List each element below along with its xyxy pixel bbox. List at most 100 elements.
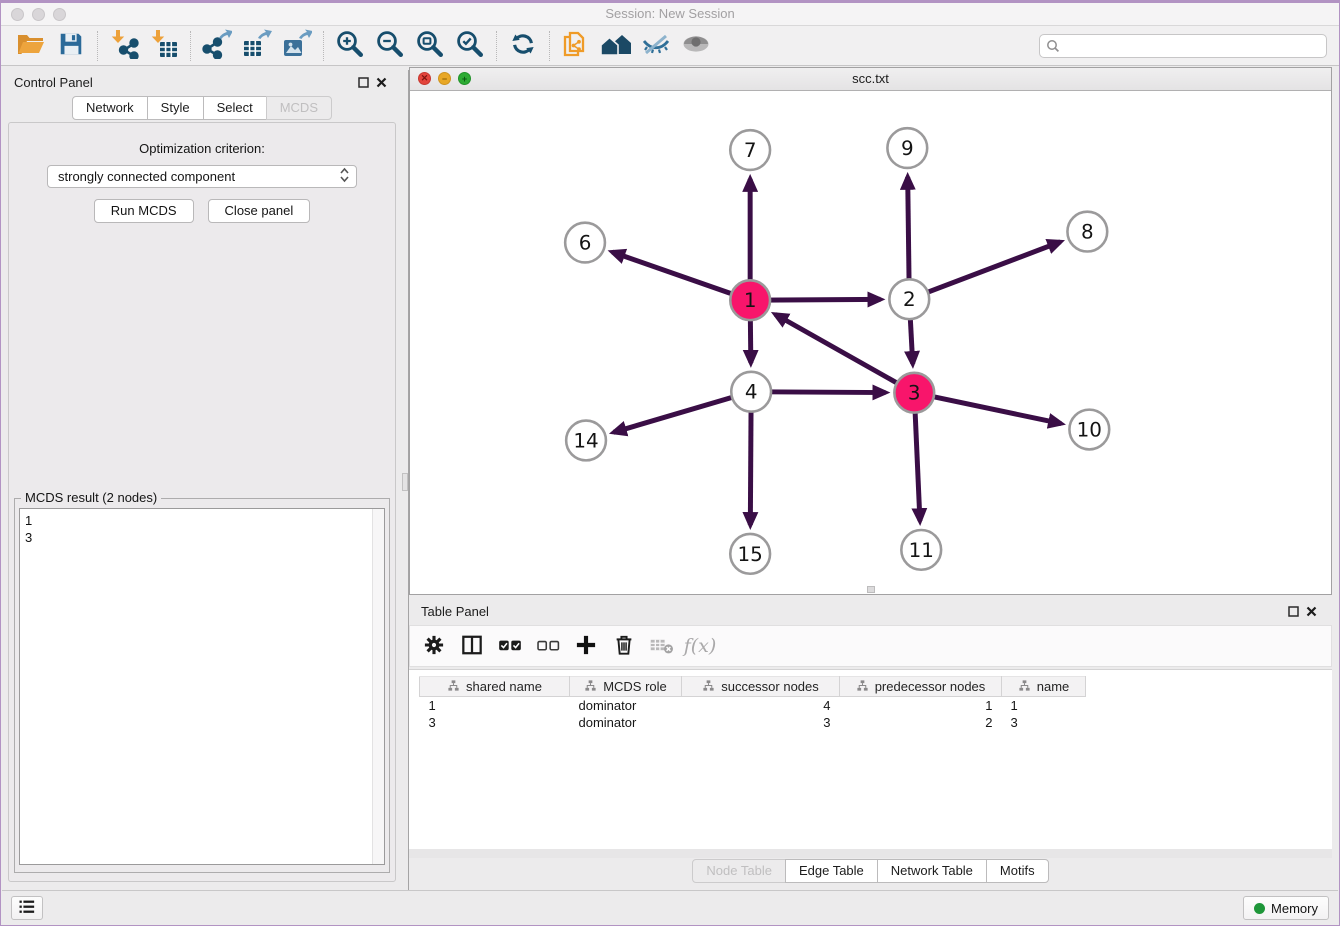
float-table-panel-button[interactable]: [1284, 603, 1302, 619]
open-session-button[interactable]: [11, 29, 51, 63]
deselect-all-columns-button[interactable]: [530, 629, 566, 663]
graph-node-8[interactable]: 8: [1067, 212, 1107, 252]
search-input[interactable]: [1039, 34, 1327, 58]
function-builder-button[interactable]: f(x): [682, 629, 718, 663]
cell-shared-name[interactable]: 1: [420, 697, 570, 714]
task-history-button[interactable]: [11, 896, 43, 920]
eye-icon: [681, 29, 711, 62]
select-all-columns-button[interactable]: [492, 629, 528, 663]
node-table[interactable]: shared nameMCDS rolesuccessor nodesprede…: [419, 676, 1086, 731]
network-window-titlebar: ✕ − + scc.txt: [410, 68, 1331, 91]
graph-node-2[interactable]: 2: [889, 279, 929, 319]
cell-MCDS-role[interactable]: dominator: [570, 697, 682, 714]
graph-edge-3-1[interactable]: [775, 314, 914, 392]
graph-edge-1-6[interactable]: [612, 252, 750, 300]
mcds-result-title: MCDS result (2 nodes): [21, 490, 161, 505]
run-mcds-button[interactable]: Run MCDS: [94, 199, 194, 223]
cell-name[interactable]: 3: [1002, 714, 1086, 731]
column-layout-button[interactable]: [454, 629, 490, 663]
column-header-MCDS-role[interactable]: MCDS role: [570, 677, 682, 697]
window-resize-handle[interactable]: [867, 586, 875, 593]
close-table-panel-button[interactable]: [1302, 603, 1320, 619]
table-tab-edge-table[interactable]: Edge Table: [785, 859, 878, 883]
close-mcds-panel-button[interactable]: Close panel: [208, 199, 311, 223]
add-column-button[interactable]: [568, 629, 604, 663]
graph-node-6[interactable]: 6: [565, 223, 605, 263]
zoom-fit-button[interactable]: [410, 29, 450, 63]
network-close-button[interactable]: ✕: [418, 72, 431, 85]
graph-node-7[interactable]: 7: [730, 130, 770, 170]
table-tab-node-table[interactable]: Node Table: [692, 859, 786, 883]
cell-predecessor-nodes[interactable]: 2: [840, 714, 1002, 731]
zoom-selected-button[interactable]: [450, 29, 490, 63]
tab-style[interactable]: Style: [147, 96, 204, 120]
checked-boxes-icon: [497, 632, 523, 661]
import-table-button[interactable]: [144, 29, 184, 63]
zoom-in-button[interactable]: [330, 29, 370, 63]
column-header-predecessor-nodes[interactable]: predecessor nodes: [840, 677, 1002, 697]
main-toolbar: [1, 26, 1339, 66]
cell-shared-name[interactable]: 3: [420, 714, 570, 731]
table-settings-button[interactable]: [416, 629, 452, 663]
show-all-button[interactable]: [676, 29, 716, 63]
first-neighbors-button[interactable]: [596, 29, 636, 63]
graph-node-15[interactable]: 15: [730, 534, 770, 574]
tab-network[interactable]: Network: [72, 96, 148, 120]
result-scrollbar[interactable]: [372, 509, 384, 864]
export-table-button[interactable]: [237, 29, 277, 63]
graph-node-1[interactable]: 1: [730, 280, 770, 320]
save-session-button[interactable]: [51, 29, 91, 63]
svg-text:6: 6: [579, 232, 592, 255]
tab-mcds[interactable]: MCDS: [266, 96, 332, 120]
delete-column-button[interactable]: [606, 629, 642, 663]
cell-predecessor-nodes[interactable]: 1: [840, 697, 1002, 714]
network-maximize-button[interactable]: +: [458, 72, 471, 85]
import-network-button[interactable]: [104, 29, 144, 63]
float-panel-button[interactable]: [354, 74, 372, 90]
graph-edge-4-14[interactable]: [614, 392, 751, 433]
zoom-out-button[interactable]: [370, 29, 410, 63]
mcds-result-box[interactable]: 1 3: [19, 508, 385, 865]
export-image-button[interactable]: [277, 29, 317, 63]
tab-select[interactable]: Select: [203, 96, 267, 120]
graph-node-10[interactable]: 10: [1069, 410, 1109, 450]
table-row[interactable]: 1dominator411: [420, 697, 1086, 714]
column-header-successor-nodes[interactable]: successor nodes: [682, 677, 840, 697]
status-bar: Memory: [2, 890, 1338, 924]
new-network-from-selection-button[interactable]: [556, 29, 596, 63]
memory-button[interactable]: Memory: [1243, 896, 1329, 920]
table-tab-motifs[interactable]: Motifs: [986, 859, 1049, 883]
cell-name[interactable]: 1: [1002, 697, 1086, 714]
delete-table-button[interactable]: [644, 629, 680, 663]
graph-node-14[interactable]: 14: [566, 421, 606, 461]
criterion-select[interactable]: strongly connected component: [47, 165, 357, 188]
minimize-window-button[interactable]: [32, 8, 45, 21]
refresh-button[interactable]: [503, 29, 543, 63]
cell-MCDS-role[interactable]: dominator: [570, 714, 682, 731]
hide-selected-button[interactable]: [636, 29, 676, 63]
graph-node-11[interactable]: 11: [901, 530, 941, 570]
svg-text:2: 2: [903, 288, 916, 311]
graph-edge-3-10[interactable]: [914, 393, 1061, 424]
panel-splitter[interactable]: [402, 70, 409, 890]
cell-successor-nodes[interactable]: 4: [682, 697, 840, 714]
export-network-button[interactable]: [197, 29, 237, 63]
splitter-grip-icon[interactable]: [402, 473, 408, 491]
column-header-shared-name[interactable]: shared name: [420, 677, 570, 697]
svg-text:10: 10: [1077, 418, 1102, 441]
network-minimize-button[interactable]: −: [438, 72, 451, 85]
graph-node-4[interactable]: 4: [731, 372, 771, 412]
graph-node-3[interactable]: 3: [894, 373, 934, 413]
graph-edge-2-8[interactable]: [909, 242, 1060, 299]
graph-node-9[interactable]: 9: [887, 128, 927, 168]
network-window-title: scc.txt: [410, 68, 1331, 90]
table-tab-network-table[interactable]: Network Table: [877, 859, 987, 883]
table-row[interactable]: 3dominator323: [420, 714, 1086, 731]
column-header-name[interactable]: name: [1002, 677, 1086, 697]
table-toolbar: f(x): [409, 625, 1332, 667]
close-window-button[interactable]: [11, 8, 24, 21]
cell-successor-nodes[interactable]: 3: [682, 714, 840, 731]
close-panel-button[interactable]: [372, 74, 390, 90]
network-canvas[interactable]: 7 9 6 8 1 2 4 3 14 10 15 11: [410, 92, 1331, 594]
maximize-window-button[interactable]: [53, 8, 66, 21]
